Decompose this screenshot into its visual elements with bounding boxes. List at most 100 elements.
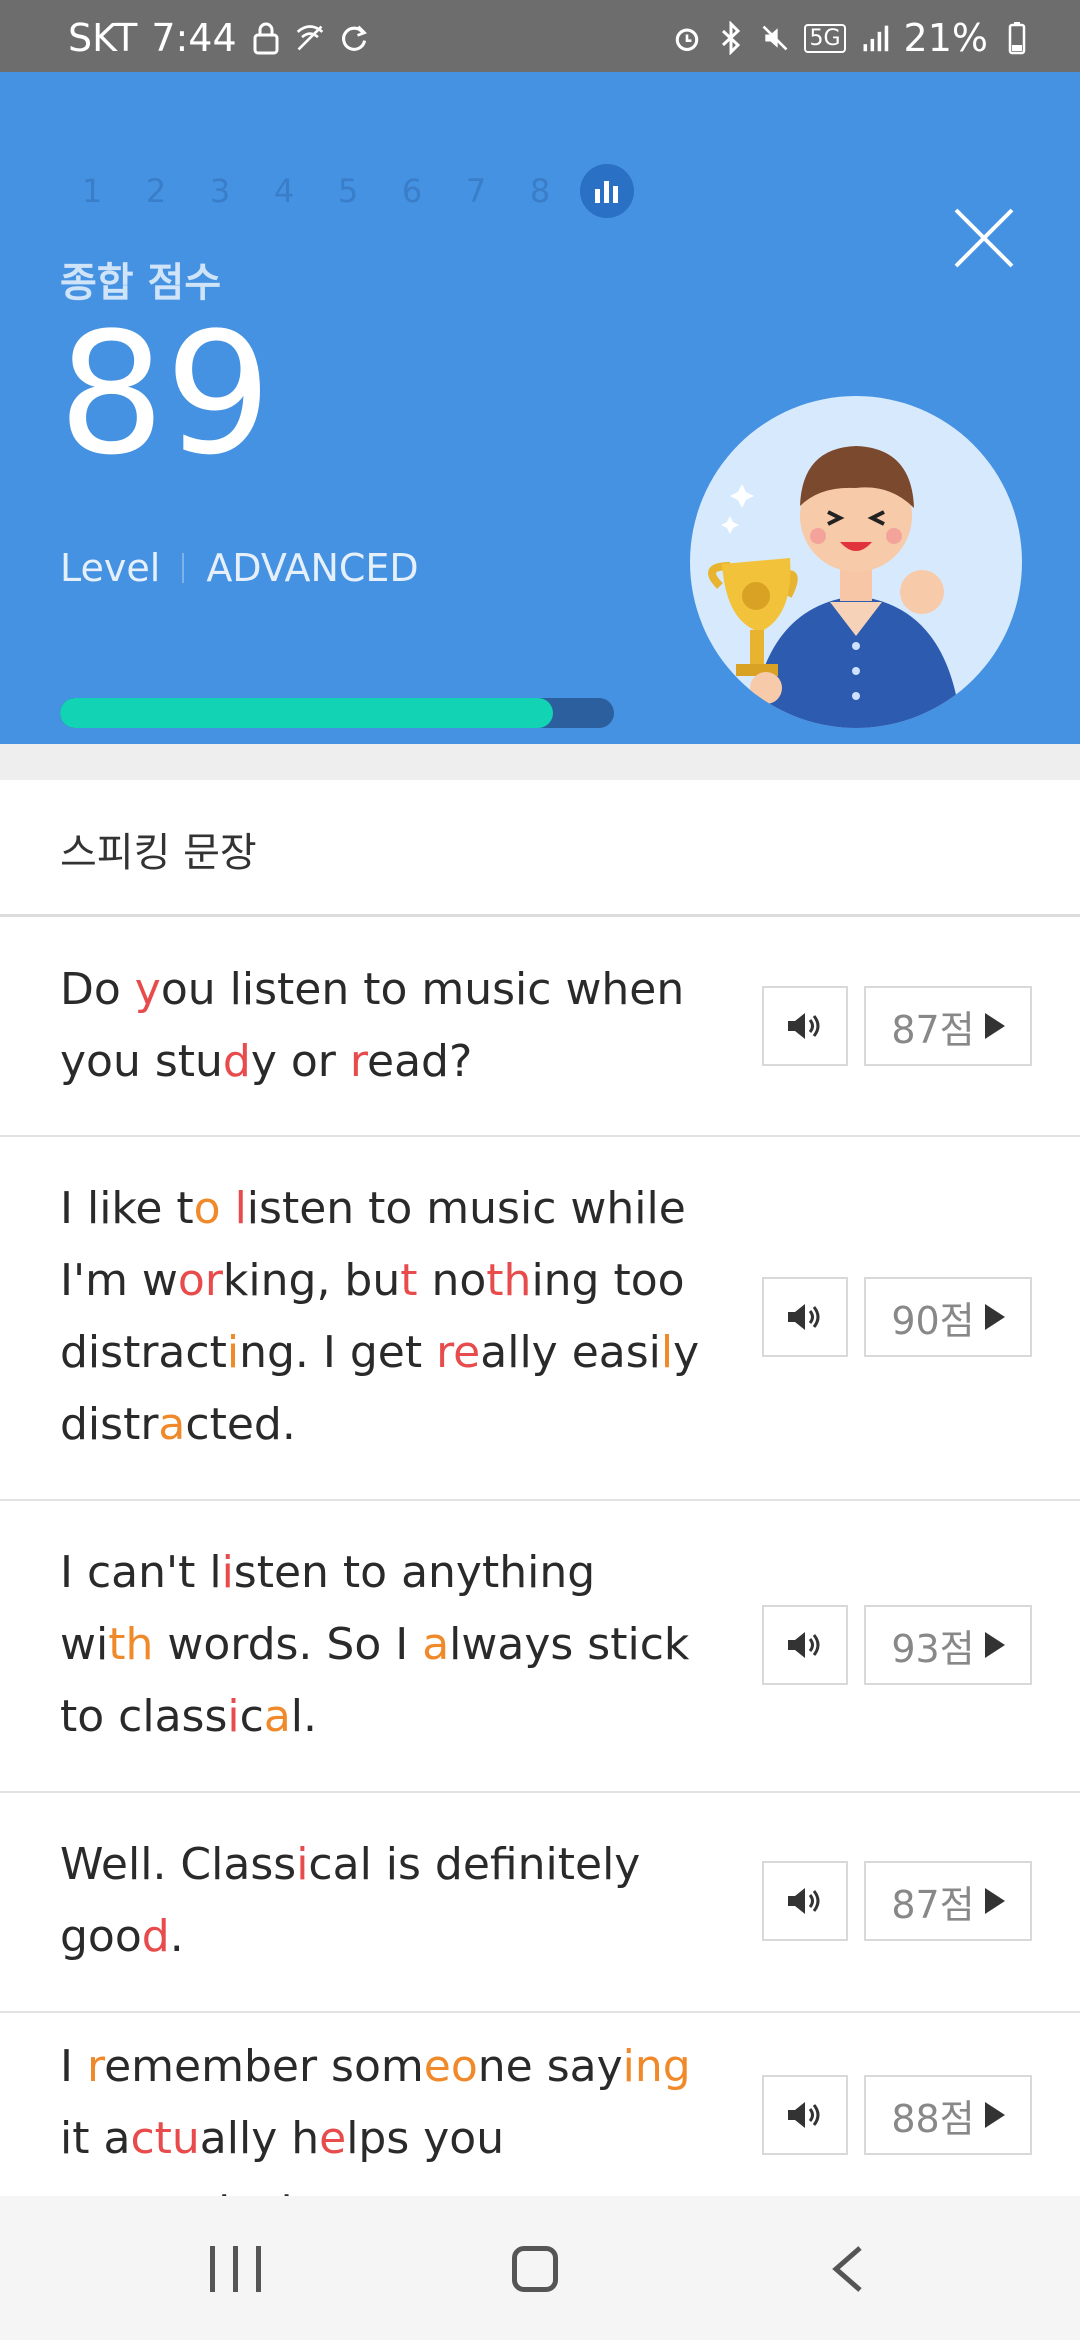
step-2[interactable]: 2 bbox=[124, 172, 188, 210]
pronunciation-highlight: re bbox=[436, 1327, 481, 1378]
status-bar: SKT 7:44 5G 21% bbox=[0, 0, 1080, 72]
sentence-fragment: I like t bbox=[60, 1183, 194, 1234]
sentence-fragment: c bbox=[239, 1691, 264, 1742]
pronunciation-highlight: i bbox=[296, 1839, 309, 1890]
sentence-score-button[interactable]: 90점 bbox=[864, 1277, 1032, 1357]
step-3[interactable]: 3 bbox=[188, 172, 252, 210]
sentence-fragment: words. So I bbox=[153, 1619, 423, 1670]
clock: 7:44 bbox=[151, 16, 237, 60]
step-1[interactable]: 1 bbox=[60, 172, 124, 210]
level-divider bbox=[182, 553, 185, 583]
pronunciation-highlight: th bbox=[108, 1619, 154, 1670]
close-icon[interactable] bbox=[952, 206, 1016, 270]
play-audio-button[interactable] bbox=[762, 1861, 848, 1941]
pronunciation-highlight: a bbox=[422, 1619, 450, 1670]
sentence-fragment: . bbox=[169, 1911, 184, 1962]
carrier-label: SKT bbox=[68, 16, 138, 60]
pronunciation-highlight: a bbox=[263, 1691, 291, 1742]
pronunciation-highlight: th bbox=[486, 1255, 532, 1306]
pronunciation-highlight: ctu bbox=[130, 2113, 200, 2164]
sentence-fragment: Do bbox=[60, 964, 135, 1015]
pronunciation-highlight: i bbox=[226, 1327, 240, 1378]
score-progress-bar bbox=[60, 698, 614, 728]
pronunciation-highlight: i bbox=[221, 1547, 234, 1598]
network-type: 5G bbox=[804, 23, 846, 53]
step-4[interactable]: 4 bbox=[252, 172, 316, 210]
pronunciation-highlight: or bbox=[177, 1255, 223, 1306]
battery-percent: 21% bbox=[903, 16, 988, 60]
sentence-text: Do you listen to music when you study or… bbox=[60, 954, 700, 1098]
pronunciation-highlight: d bbox=[222, 1036, 251, 1087]
mute-icon bbox=[763, 25, 788, 51]
step-6[interactable]: 6 bbox=[380, 172, 444, 210]
speaker-icon bbox=[788, 1888, 820, 1914]
sentence-fragment: ng. I get bbox=[239, 1327, 437, 1378]
sentence-fragment: l. bbox=[290, 1691, 318, 1742]
pronunciation-highlight: i bbox=[227, 1691, 240, 1742]
sentence-row: I remember someone saying it actually he… bbox=[0, 2011, 1080, 2236]
pronunciation-highlight: l bbox=[660, 1327, 674, 1378]
play-icon bbox=[984, 2102, 1005, 2128]
pronunciation-highlight: a bbox=[158, 1399, 186, 1450]
speaking-sentences-title: 스피킹 문장 bbox=[60, 830, 257, 876]
level-label: Level bbox=[60, 546, 161, 590]
sentence-score-button[interactable]: 87점 bbox=[864, 986, 1032, 1066]
sentence-score-button[interactable]: 93점 bbox=[864, 1605, 1032, 1685]
back-icon[interactable] bbox=[828, 2244, 868, 2294]
sentence-row: I can't listen to anything with words. S… bbox=[0, 1499, 1080, 1793]
sentence-fragment: ally h bbox=[199, 2113, 320, 2164]
pronunciation-highlight: l bbox=[234, 1183, 247, 1234]
pronunciation-highlight: ing bbox=[622, 2041, 691, 2092]
sentence-fragment: king, bu bbox=[222, 1255, 401, 1306]
bluetooth-icon bbox=[722, 21, 741, 55]
sentence-text: Well. Classical is definitely good. bbox=[60, 1829, 700, 1973]
sentence-row: I like to listen to music while I'm work… bbox=[0, 1135, 1080, 1501]
total-score: 89 bbox=[58, 296, 272, 492]
pronunciation-highlight: d bbox=[141, 1911, 170, 1962]
signal-icon bbox=[863, 25, 888, 52]
pronunciation-highlight: r bbox=[349, 1036, 367, 1087]
pronunciation-highlight: e bbox=[319, 2113, 347, 2164]
sentence-fragment: I can't l bbox=[60, 1547, 222, 1598]
score-progress-fill bbox=[60, 698, 554, 728]
step-8[interactable]: 8 bbox=[508, 172, 572, 210]
bar-chart-icon[interactable] bbox=[580, 164, 634, 218]
pronunciation-highlight: r bbox=[86, 2041, 105, 2092]
sentence-row: Do you listen to music when you study or… bbox=[0, 917, 1080, 1137]
sentence-score-button[interactable]: 87점 bbox=[864, 1861, 1032, 1941]
sentence-fragment: emember som bbox=[104, 2041, 424, 2092]
score-header: 12345678 종합 점수 89 Level ADVANCED bbox=[0, 72, 1080, 744]
step-5[interactable]: 5 bbox=[316, 172, 380, 210]
sentence-row: Well. Classical is definitely good. 87점 bbox=[0, 1791, 1080, 2013]
play-audio-button[interactable] bbox=[762, 1277, 848, 1357]
alarm-icon bbox=[676, 28, 699, 52]
home-icon[interactable] bbox=[512, 2246, 558, 2292]
section-gap bbox=[0, 744, 1080, 780]
sentence-score: 87점 bbox=[891, 1007, 975, 1052]
sentence-score-button[interactable]: 88점 bbox=[864, 2075, 1032, 2155]
step-7[interactable]: 7 bbox=[444, 172, 508, 210]
sentence-fragment: it a bbox=[60, 2113, 131, 2164]
sentence-text: I like to listen to music while I'm work… bbox=[60, 1173, 700, 1461]
sentence-fragment: y or bbox=[250, 1036, 350, 1087]
sentence-score: 90점 bbox=[891, 1298, 975, 1343]
pronunciation-highlight: t bbox=[400, 1255, 418, 1306]
sentence-text: I can't listen to anything with words. S… bbox=[60, 1537, 700, 1753]
play-audio-button[interactable] bbox=[762, 1605, 848, 1685]
play-audio-button[interactable] bbox=[762, 986, 848, 1066]
play-audio-button[interactable] bbox=[762, 2075, 848, 2155]
play-icon bbox=[984, 1013, 1005, 1039]
sentence-score: 87점 bbox=[891, 1882, 975, 1927]
pronunciation-highlight: y bbox=[134, 964, 161, 1015]
battery-icon bbox=[1008, 22, 1026, 55]
sentence-score: 93점 bbox=[891, 1626, 975, 1671]
sentence-fragment: cted. bbox=[185, 1399, 296, 1450]
speaker-icon bbox=[788, 2102, 820, 2128]
lock-icon bbox=[253, 22, 279, 55]
wifi-off-icon bbox=[296, 25, 323, 51]
pronunciation-highlight: eo bbox=[423, 2041, 478, 2092]
level-row: Level ADVANCED bbox=[60, 546, 419, 590]
recent-apps-icon[interactable] bbox=[210, 2246, 261, 2292]
sync-icon bbox=[341, 25, 367, 51]
sentence-fragment: Well. Class bbox=[60, 1839, 297, 1890]
